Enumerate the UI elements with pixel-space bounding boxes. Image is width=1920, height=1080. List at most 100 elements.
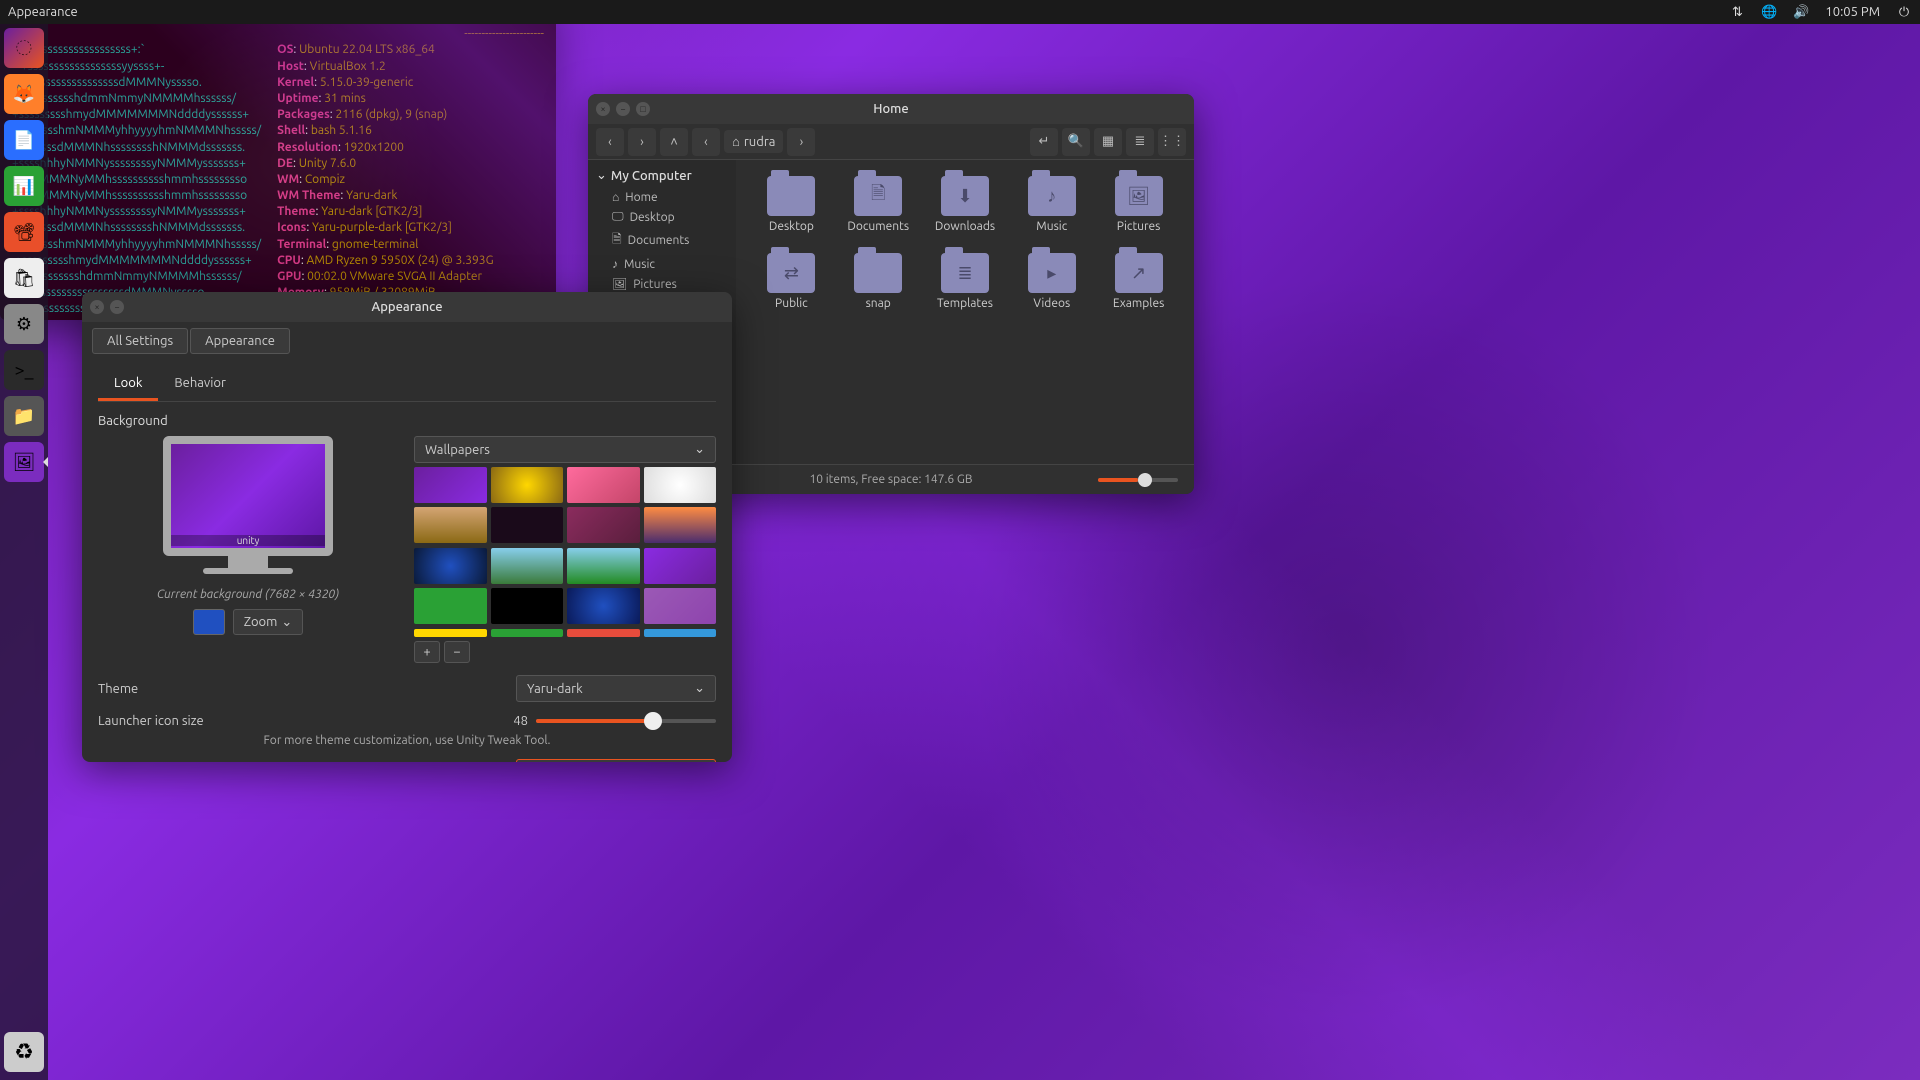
folder-icon: ⇄ xyxy=(767,253,815,293)
wallpaper-thumb[interactable] xyxy=(414,467,487,503)
background-label: Background xyxy=(98,414,716,428)
launcher-item-files[interactable]: 📁 xyxy=(4,396,44,436)
wallpaper-thumb[interactable] xyxy=(567,548,640,584)
nautilus-titlebar[interactable]: × − □ Home xyxy=(588,94,1194,124)
wallpaper-thumb[interactable] xyxy=(567,629,640,637)
wallpaper-thumb[interactable] xyxy=(491,507,564,543)
launcher-size-label: Launcher icon size xyxy=(98,714,238,728)
folder-public[interactable]: ⇄Public xyxy=(752,253,831,310)
launcher-item-settings[interactable]: ⚙ xyxy=(4,304,44,344)
folder-music[interactable]: ♪Music xyxy=(1012,176,1091,233)
network-icon[interactable]: ⇅ xyxy=(1729,4,1745,20)
launcher-item-appearance[interactable]: 🖼 xyxy=(4,442,44,482)
launcher-item-calc[interactable]: 📊 xyxy=(4,166,44,206)
launcher-item-firefox[interactable]: 🦊 xyxy=(4,74,44,114)
wallpaper-thumb[interactable] xyxy=(644,467,717,503)
sidebar-group-computer[interactable]: ⌄ My Computer xyxy=(588,164,736,187)
sidebar-item-music[interactable]: ♪Music xyxy=(588,254,736,274)
wallpaper-thumb[interactable] xyxy=(567,467,640,503)
close-icon[interactable]: × xyxy=(596,102,610,116)
current-background-label: Current background (7682 × 4320) xyxy=(157,588,339,601)
background-color-picker[interactable] xyxy=(193,609,225,635)
appearance-titlebar[interactable]: × − Appearance xyxy=(82,292,732,322)
folder-templates[interactable]: ≣Templates xyxy=(926,253,1005,310)
theme-combo[interactable]: Yaru-dark ⌄ xyxy=(516,675,716,702)
minimize-icon[interactable]: − xyxy=(616,102,630,116)
power-icon[interactable]: ⏻ xyxy=(1896,4,1912,20)
sidebar-item-documents[interactable]: 🗎Documents xyxy=(588,227,736,254)
launcher-item-terminal[interactable]: >_ xyxy=(4,350,44,390)
wallpaper-thumb[interactable] xyxy=(644,548,717,584)
active-app-menu[interactable]: Appearance xyxy=(8,5,78,19)
wallpaper-thumb[interactable] xyxy=(491,548,564,584)
forward-button[interactable]: › xyxy=(628,128,656,156)
path-back-button[interactable]: ‹ xyxy=(692,128,720,156)
folder-icon: ⬇ xyxy=(941,176,989,216)
folder-documents[interactable]: 🗎Documents xyxy=(839,176,918,233)
remove-wallpaper-button[interactable]: − xyxy=(444,641,470,663)
list-view-button[interactable]: ≣ xyxy=(1126,128,1154,156)
launcher-size-slider[interactable] xyxy=(536,719,716,723)
folder-pictures[interactable]: 🖼Pictures xyxy=(1099,176,1178,233)
wallpaper-thumb[interactable] xyxy=(414,548,487,584)
scaling-mode-combo[interactable]: Zoom ⌄ xyxy=(233,609,304,635)
zoom-slider[interactable] xyxy=(1098,478,1178,482)
wallpaper-thumb[interactable] xyxy=(491,588,564,624)
launcher-trash[interactable]: ♻ xyxy=(4,1032,44,1072)
clock[interactable]: 10:05 PM xyxy=(1825,5,1880,19)
path-forward-button[interactable]: › xyxy=(787,128,815,156)
status-text: 10 items, Free space: 147.6 GB xyxy=(809,473,972,486)
tab-look[interactable]: Look xyxy=(98,368,158,401)
all-settings-button[interactable]: All Settings xyxy=(92,328,188,354)
wallpaper-thumb[interactable] xyxy=(491,467,564,503)
pathbar[interactable]: ⌂ rudra xyxy=(724,130,783,153)
folder-icon: ≣ xyxy=(941,253,989,293)
home-icon: ⌂ xyxy=(732,134,740,149)
wallpaper-thumb[interactable] xyxy=(644,629,717,637)
folder-icon: 🗎 xyxy=(854,176,902,216)
folder-snap[interactable]: snap xyxy=(839,253,918,310)
nautilus-file-grid[interactable]: Desktop🗎Documents⬇Downloads♪Music🖼Pictur… xyxy=(736,160,1194,464)
launcher-item-impress[interactable]: 📽 xyxy=(4,212,44,252)
sidebar-item-home[interactable]: ⌂Home xyxy=(588,187,736,207)
path-segment: rudra xyxy=(744,135,776,149)
folder-downloads[interactable]: ⬇Downloads xyxy=(926,176,1005,233)
back-button[interactable]: ‹ xyxy=(596,128,624,156)
grid-view-button[interactable]: ▦ xyxy=(1094,128,1122,156)
add-wallpaper-button[interactable]: + xyxy=(414,641,440,663)
toggle-location-button[interactable]: ↵ xyxy=(1030,128,1058,156)
wallpaper-thumb[interactable] xyxy=(414,507,487,543)
folder-icon: ♪ xyxy=(1028,176,1076,216)
volume-icon[interactable]: 🔊 xyxy=(1793,4,1809,20)
launcher-dock: ◌ 🦊 📄 📊 📽 🛍 ⚙ >_ 📁 🖼 ♻ xyxy=(0,24,48,1080)
maximize-icon[interactable]: □ xyxy=(636,102,650,116)
wallpaper-preview: unity xyxy=(163,436,333,556)
wallpaper-thumb[interactable] xyxy=(491,629,564,637)
tweak-tool-hint: For more theme customization, use Unity … xyxy=(98,734,716,747)
up-button[interactable]: ˄ xyxy=(660,128,688,156)
wallpaper-source-combo[interactable]: Wallpapers ⌄ xyxy=(414,436,716,463)
folder-videos[interactable]: ▸Videos xyxy=(1012,253,1091,310)
sidebar-item-desktop[interactable]: 🖵Desktop xyxy=(588,207,736,227)
wallpaper-thumb[interactable] xyxy=(414,588,487,624)
accent-color-combo[interactable]: Purple (Yaru-dark) ⌄ xyxy=(516,759,716,762)
wallpaper-thumb[interactable] xyxy=(644,507,717,543)
folder-desktop[interactable]: Desktop xyxy=(752,176,831,233)
launcher-item-software[interactable]: 🛍 xyxy=(4,258,44,298)
sidebar-item-pictures[interactable]: 🖼Pictures xyxy=(588,274,736,294)
wallpaper-thumb[interactable] xyxy=(567,507,640,543)
language-icon[interactable]: 🌐 xyxy=(1761,4,1777,20)
compact-view-button[interactable]: ⋮⋮ xyxy=(1158,128,1186,156)
launcher-item-show-apps[interactable]: ◌ xyxy=(4,28,44,68)
wallpaper-thumb[interactable] xyxy=(414,629,487,637)
minimize-icon[interactable]: − xyxy=(110,300,124,314)
search-button[interactable]: 🔍 xyxy=(1062,128,1090,156)
close-icon[interactable]: × xyxy=(90,300,104,314)
wallpaper-thumb[interactable] xyxy=(567,588,640,624)
launcher-item-writer[interactable]: 📄 xyxy=(4,120,44,160)
wallpaper-thumb[interactable] xyxy=(644,588,717,624)
folder-icon: 🖼 xyxy=(1115,176,1163,216)
tab-behavior[interactable]: Behavior xyxy=(158,368,242,401)
folder-examples[interactable]: ↗Examples xyxy=(1099,253,1178,310)
appearance-button[interactable]: Appearance xyxy=(190,328,290,354)
